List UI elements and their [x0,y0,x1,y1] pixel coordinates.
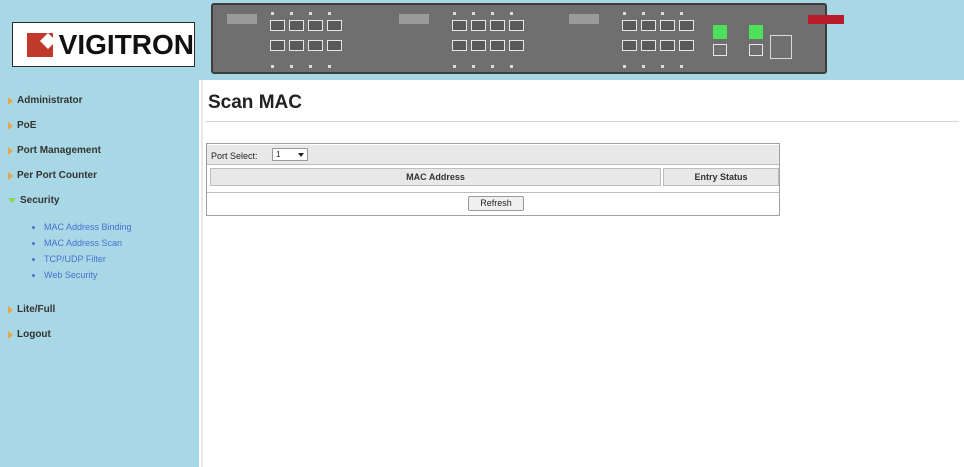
sidebar-subitem-label: MAC Address Scan [44,238,123,248]
bullet-icon [32,241,35,245]
chevron-right-icon [8,171,13,180]
sidebar-item-label: Administrator [17,95,83,106]
chevron-right-icon [8,146,13,155]
sidebar-subitem-mac-address-scan[interactable]: MAC Address Scan [32,238,122,248]
chevron-right-icon [8,330,13,339]
sidebar-item-poe[interactable]: PoE [8,120,36,131]
chevron-right-icon [8,96,13,105]
header-banner: VIGITRON [0,0,964,80]
sidebar-subitem-label: TCP/UDP Filter [44,254,106,264]
panel-brand-tag [808,15,844,24]
sidebar-item-administrator[interactable]: Administrator [8,95,83,106]
sidebar-item-label: Logout [17,329,51,340]
column-header-entry-status: Entry Status [663,168,779,186]
sidebar-item-label: Lite/Full [17,304,56,315]
sidebar-subitem-mac-address-binding[interactable]: MAC Address Binding [32,222,132,232]
sidebar-item-label: Security [20,195,60,206]
sidebar-item-label: Port Management [17,145,101,156]
sidebar [0,80,199,467]
bullet-icon [32,257,35,261]
sidebar-item-lite-full[interactable]: Lite/Full [8,304,55,315]
port-select-label: Port Select: [211,151,258,161]
column-header-mac-address: MAC Address [210,168,661,186]
chevron-right-icon [8,305,13,314]
sidebar-item-label: PoE [17,120,37,131]
refresh-button[interactable]: Refresh [468,196,524,211]
vigitron-logo: VIGITRON [12,22,195,67]
chevron-down-icon [298,153,304,157]
bullet-icon [32,225,35,229]
port-select-value: 1 [276,150,281,159]
sidebar-item-label: Per Port Counter [17,170,98,181]
sidebar-subitem-tcp-udp-filter[interactable]: TCP/UDP Filter [32,254,106,264]
sidebar-subitem-label: Web Security [44,270,98,280]
port-select-dropdown[interactable]: 1 [272,148,308,161]
page-title: Scan MAC [208,92,302,113]
sidebar-item-port-management[interactable]: Port Management [8,145,101,156]
chevron-right-icon [8,121,13,130]
bullet-icon [32,273,35,277]
logo-text: VIGITRON [58,28,194,60]
chevron-down-icon [8,198,16,203]
sidebar-subitem-label: MAC Address Binding [44,222,132,232]
logo-arrows-icon [27,32,53,57]
switch-front-panel-image [211,3,844,74]
sidebar-item-logout[interactable]: Logout [8,329,51,340]
sidebar-item-security[interactable]: Security [8,195,59,206]
title-divider [205,121,959,122]
sidebar-subitem-web-security[interactable]: Web Security [32,270,97,280]
sidebar-item-per-port-counter[interactable]: Per Port Counter [8,170,97,181]
